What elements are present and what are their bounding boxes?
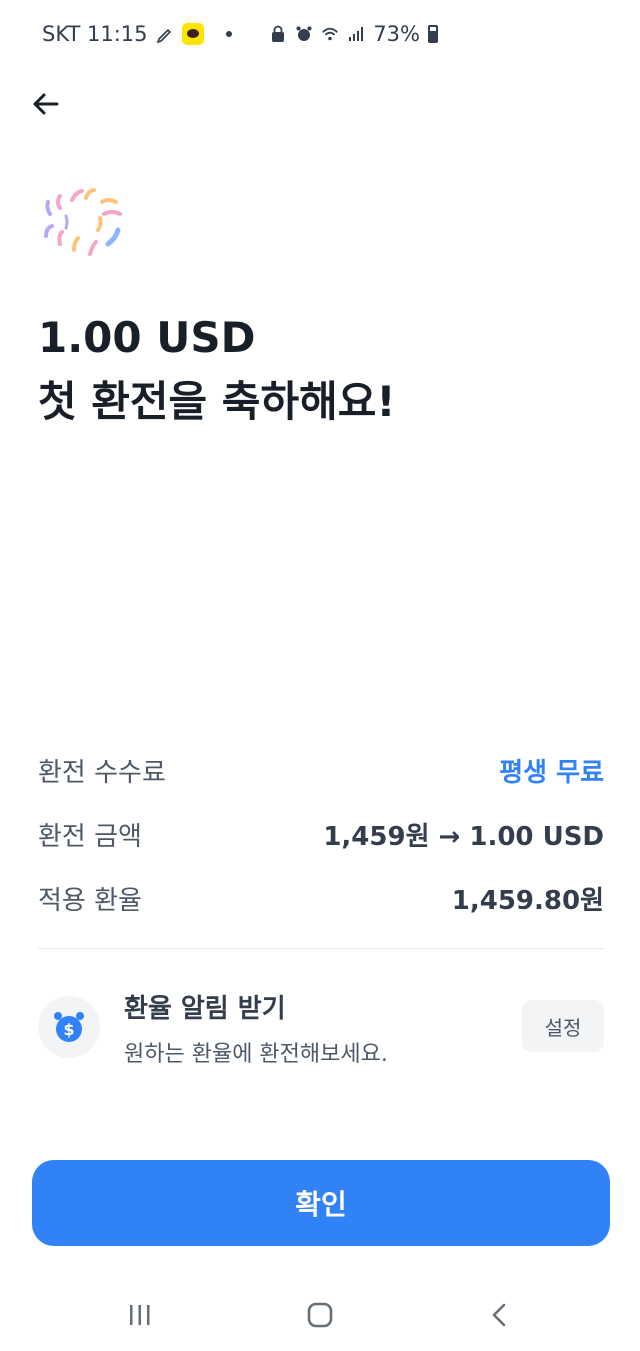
recent-apps-icon	[130, 1305, 150, 1325]
fireworks-icon	[44, 188, 122, 256]
notification-dot-icon	[225, 31, 232, 37]
system-back-button[interactable]	[480, 1298, 520, 1332]
wifi-icon	[322, 27, 339, 41]
confirm-button[interactable]: 확인	[32, 1160, 610, 1246]
status-bar: SKT 11:15 73%	[0, 0, 640, 76]
home-icon	[307, 1302, 333, 1328]
rate-row: 적용 환율 1,459.80원	[38, 878, 604, 918]
carrier-time: SKT 11:15	[42, 22, 148, 46]
alarm-clock-dollar-icon: $	[54, 1012, 84, 1042]
fee-label: 환전 수수료	[38, 757, 166, 788]
alert-icon-container: $	[38, 996, 100, 1058]
rate-label: 적용 환율	[38, 885, 142, 916]
fee-value: 평생 무료	[499, 757, 604, 788]
status-right: 73%	[269, 22, 438, 46]
kakao-icon	[181, 23, 204, 45]
back-button[interactable]	[26, 84, 66, 124]
alert-title: 환율 알림 받기	[124, 994, 286, 1024]
amount-label: 환전 금액	[38, 821, 142, 852]
lock-icon	[272, 25, 285, 42]
headline: 1.00 USD 첫 환전을 축하해요!	[38, 306, 396, 434]
rate-value: 1,459.80원	[451, 885, 604, 916]
amount-value: 1,459원 → 1.00 USD	[323, 821, 604, 852]
svg-text:$: $	[63, 1020, 74, 1039]
recent-apps-button[interactable]	[120, 1298, 160, 1332]
alarm-icon	[296, 26, 312, 41]
home-button[interactable]	[300, 1298, 340, 1332]
exchange-amount: 1.00 USD	[38, 313, 256, 362]
signal-icon	[349, 27, 364, 41]
pencil-icon	[156, 28, 171, 43]
fee-row: 환전 수수료 평생 무료	[38, 750, 604, 790]
congrats-message: 첫 환전을 축하해요!	[38, 377, 396, 426]
battery-icon	[428, 25, 438, 43]
status-left: SKT 11:15	[42, 22, 232, 46]
alert-description: 원하는 환율에 환전해보세요.	[124, 1042, 388, 1067]
system-nav-bar	[0, 1280, 640, 1350]
divider	[38, 948, 604, 949]
chevron-left-icon	[492, 1303, 506, 1327]
rate-alert-section: $ 환율 알림 받기 원하는 환율에 환전해보세요. 설정	[38, 988, 604, 1068]
amount-row: 환전 금액 1,459원 → 1.00 USD	[38, 814, 604, 854]
arrow-left-icon	[33, 93, 59, 115]
battery-percent: 73%	[373, 22, 420, 46]
settings-button[interactable]: 설정	[522, 1000, 604, 1052]
